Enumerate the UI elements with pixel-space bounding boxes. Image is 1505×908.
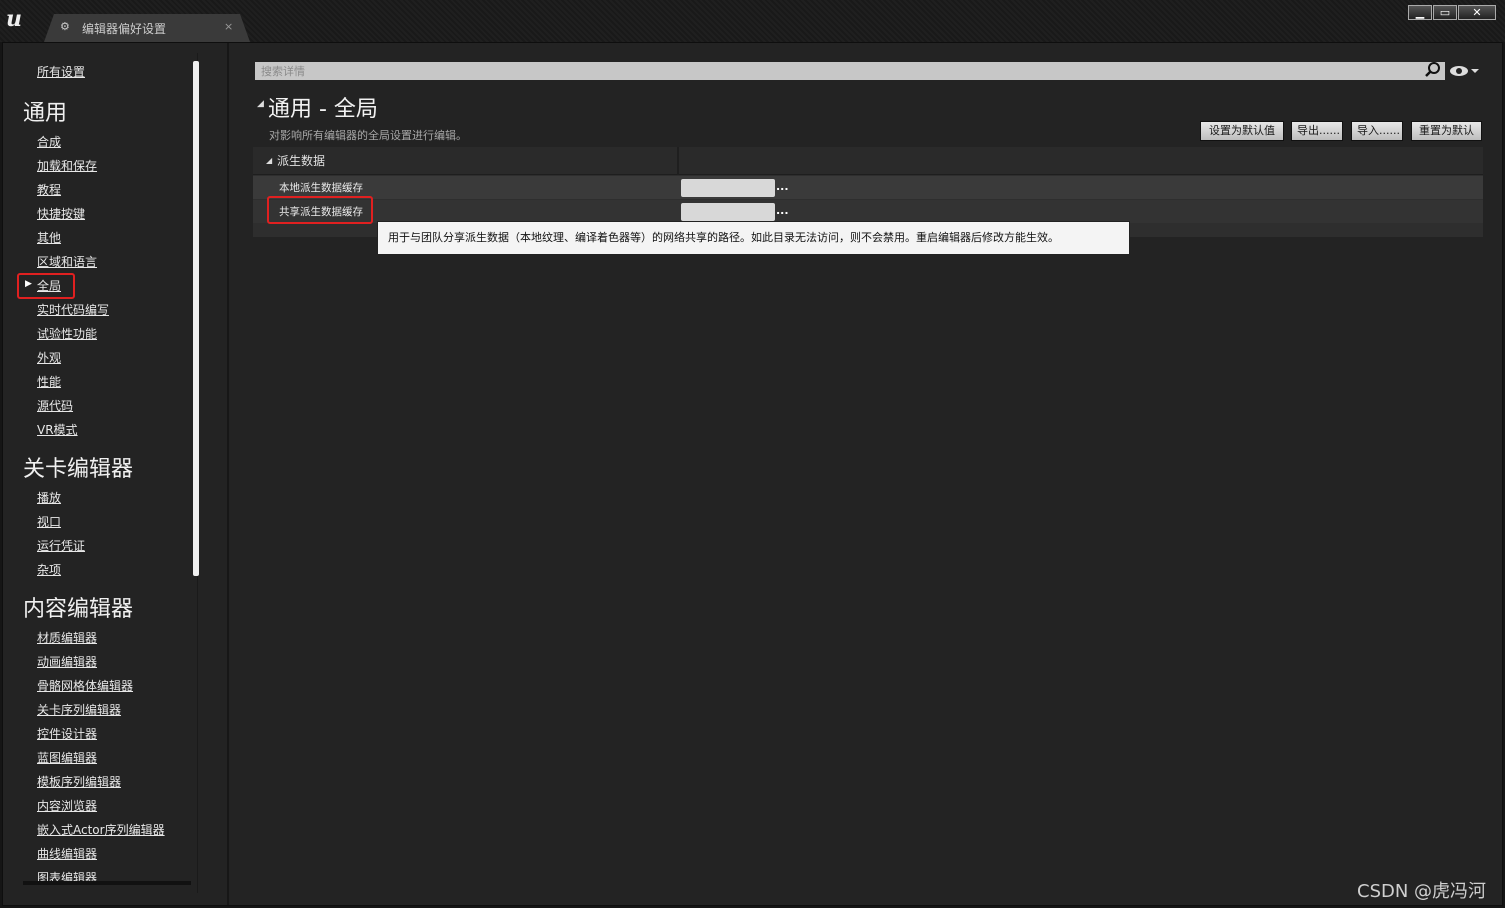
- sidebar-item-source-code[interactable]: 源代码: [37, 397, 73, 414]
- sidebar-scrollbar[interactable]: [193, 61, 199, 576]
- set-as-default-button[interactable]: 设置为默认值: [1200, 121, 1284, 141]
- search-input[interactable]: [255, 62, 1445, 80]
- sidebar-item-widget-designer[interactable]: 控件设计器: [37, 725, 97, 742]
- sidebar-item-blueprint-editor[interactable]: 蓝图编辑器: [37, 749, 97, 766]
- minimize-button[interactable]: ▁: [1408, 5, 1432, 20]
- close-window-button[interactable]: ✕: [1458, 5, 1496, 20]
- sidebar-item-miscellaneous[interactable]: 其他: [37, 229, 61, 246]
- unreal-logo-icon: u: [6, 6, 22, 32]
- panel-splitter[interactable]: [227, 43, 229, 905]
- sidebar-item-embedded-actor-sequence-editor[interactable]: 嵌入式Actor序列编辑器: [37, 821, 165, 838]
- sidebar-item-template-sequence-editor[interactable]: 模板序列编辑器: [37, 773, 121, 790]
- sidebar-item-experimental[interactable]: 试验性功能: [37, 325, 97, 342]
- column-splitter[interactable]: [677, 147, 679, 175]
- sidebar-horizontal-scrollbar[interactable]: [23, 881, 191, 885]
- maximize-button[interactable]: ▭: [1433, 5, 1457, 20]
- sidebar-item-keyboard-shortcuts[interactable]: 快捷按键: [37, 205, 85, 222]
- sidebar-item-region-language[interactable]: 区域和语言: [37, 253, 97, 270]
- sidebar-item-material-editor[interactable]: 材质编辑器: [37, 629, 97, 646]
- sidebar-item-vr-mode[interactable]: VR模式: [37, 421, 78, 438]
- tooltip: 用于与团队分享派生数据（本地纹理、编译着色器等）的网络共享的路径。如此目录无法访…: [377, 221, 1130, 255]
- search-icon[interactable]: [1424, 61, 1442, 79]
- category-row[interactable]: [253, 147, 1483, 175]
- page-title: 通用 - 全局: [268, 97, 378, 122]
- sidebar-item-content-browser[interactable]: 内容浏览器: [37, 797, 97, 814]
- export-button[interactable]: 导出......: [1291, 121, 1343, 141]
- sidebar-item-play[interactable]: 播放: [37, 489, 61, 506]
- page-description: 对影响所有编辑器的全局设置进行编辑。: [269, 129, 467, 142]
- sidebar-item-performance[interactable]: 性能: [37, 373, 61, 390]
- preferences-window: 所有设置 通用 合成 加载和保存 教程 快捷按键 其他 区域和语言 ▶ 全局 实…: [2, 42, 1503, 906]
- sidebar-item-tutorials[interactable]: 教程: [37, 181, 61, 198]
- sidebar-item-launch-credentials[interactable]: 运行凭证: [37, 537, 85, 554]
- property-row: [253, 176, 1483, 199]
- sidebar-item-viewports[interactable]: 视口: [37, 513, 61, 530]
- tab-title: 编辑器偏好设置: [82, 22, 167, 36]
- property-label-local-ddc: 本地派生数据缓存: [279, 182, 363, 194]
- import-button[interactable]: 导入......: [1351, 121, 1403, 141]
- shared-ddc-path-input[interactable]: [681, 203, 775, 221]
- browse-button[interactable]: ...: [776, 204, 789, 217]
- category-label: 派生数据: [277, 154, 326, 168]
- highlight-box-shared-ddc: [267, 196, 373, 224]
- view-options-eye-icon[interactable]: [1449, 64, 1483, 78]
- sidebar-item-load-save[interactable]: 加载和保存: [37, 157, 97, 174]
- sidebar-item-skeletal-mesh-editor[interactable]: 骨骼网格体编辑器: [37, 677, 133, 694]
- sidebar-item-curve-editor[interactable]: 曲线编辑器: [37, 845, 97, 862]
- sidebar-heading-content-editors: 内容编辑器: [23, 597, 134, 622]
- sidebar-item-live-coding[interactable]: 实时代码编写: [37, 301, 109, 318]
- sidebar-heading-level-editor: 关卡编辑器: [23, 457, 134, 482]
- reset-to-default-button[interactable]: 重置为默认: [1411, 121, 1482, 141]
- sidebar-all-settings[interactable]: 所有设置: [37, 63, 85, 80]
- local-ddc-path-input[interactable]: [681, 179, 775, 197]
- tab-close-icon[interactable]: ×: [224, 20, 233, 33]
- browse-button[interactable]: ...: [776, 180, 789, 193]
- ue-tab-icon: ⚙: [60, 20, 70, 33]
- highlight-box-global: [17, 273, 75, 299]
- category-collapse-arrow-icon[interactable]: ◢: [266, 156, 272, 165]
- sidebar-item-level-sequence-editor[interactable]: 关卡序列编辑器: [37, 701, 121, 718]
- sidebar-item-composition[interactable]: 合成: [37, 133, 61, 150]
- property-row: [253, 200, 1483, 223]
- sidebar-heading-general: 通用: [23, 101, 68, 126]
- sidebar-item-misc[interactable]: 杂项: [37, 561, 61, 578]
- sidebar: 所有设置 通用 合成 加载和保存 教程 快捷按键 其他 区域和语言 ▶ 全局 实…: [3, 43, 203, 905]
- sidebar-item-appearance[interactable]: 外观: [37, 349, 61, 366]
- sidebar-item-animation-editor[interactable]: 动画编辑器: [37, 653, 97, 670]
- collapse-arrow-icon[interactable]: ◢: [257, 99, 264, 109]
- watermark: CSDN @虎冯河: [1357, 881, 1487, 902]
